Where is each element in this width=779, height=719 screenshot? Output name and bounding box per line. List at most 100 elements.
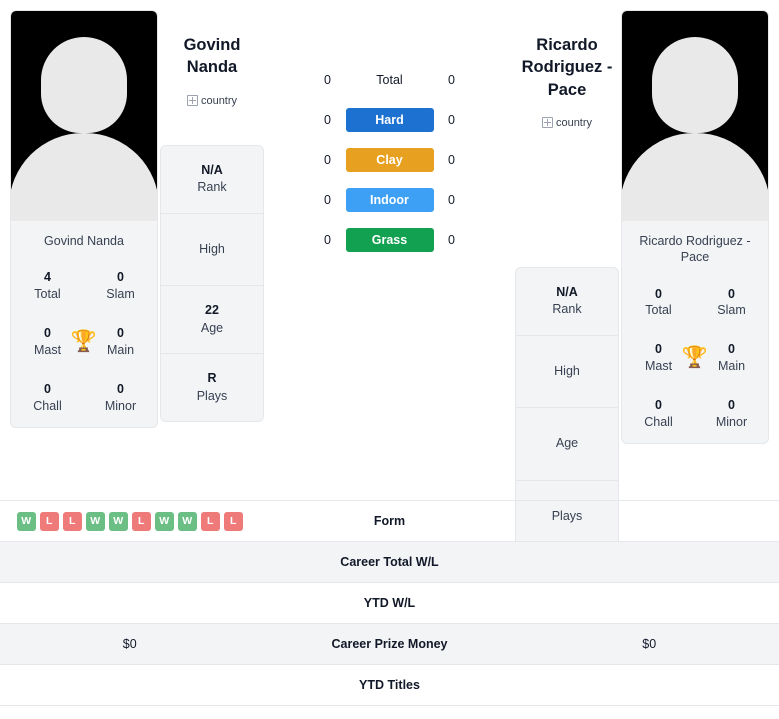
right-player-country-flag: country: [541, 116, 593, 129]
stat-cell: 0 Chall: [11, 371, 84, 427]
row-label: YTD Titles: [359, 678, 420, 692]
table-row-form: W L L W W L W W L L Form: [0, 501, 779, 542]
form-chip: L: [62, 511, 82, 531]
form-left: W L L W W L W W L L: [0, 511, 260, 531]
row-label: Form: [373, 514, 406, 528]
stat-value: 0: [728, 398, 735, 412]
surface-right-count: 0: [448, 73, 455, 87]
info-value: N/A: [556, 284, 578, 299]
surface-label: Indoor: [345, 188, 434, 212]
info-value: 22: [205, 303, 219, 318]
stat-label: Chall: [644, 414, 673, 429]
surface-left-count: 0: [324, 193, 331, 207]
avatar-head-shape: [652, 37, 738, 133]
info-row-rank: N/A Rank: [161, 146, 263, 214]
left-player-country-flag: country: [186, 95, 237, 107]
form-chip: W: [154, 511, 174, 531]
stat-label: Chall: [33, 398, 62, 413]
info-label: Age: [555, 436, 579, 451]
h2h-comparison-page: Govind Nanda 4 Total 0 Slam 0 Mast 0 Mai…: [0, 0, 779, 719]
trophy-icon: 🏆: [681, 345, 709, 369]
stat-label: Total: [645, 303, 672, 318]
form-chip: W: [16, 511, 36, 531]
surface-left-count: 0: [324, 233, 331, 247]
left-player-card: Govind Nanda 4 Total 0 Slam 0 Mast 0 Mai…: [10, 10, 158, 428]
left-player-photo: [11, 11, 157, 221]
right-player-name: Ricardo Rodriguez - Pace: [639, 234, 751, 265]
stat-value: 0: [655, 398, 662, 412]
surface-row-grass: 0 Grass 0: [315, 228, 465, 252]
form-chip: L: [39, 511, 59, 531]
table-row-ytd-titles: YTD Titles: [0, 665, 779, 706]
info-label: Plays: [196, 388, 228, 403]
stat-cell: 0 Chall: [622, 387, 695, 443]
right-player-title: Ricardo Rodriguez - Pace: [513, 10, 621, 101]
info-row-plays: R Plays: [161, 354, 263, 421]
stat-value: 0: [728, 286, 735, 301]
avatar-body-shape: [622, 133, 768, 221]
left-player-title: Govind Nanda: [184, 10, 241, 79]
info-label: High: [199, 241, 225, 256]
table-row-ytd-wl: YTD W/L: [0, 583, 779, 624]
row-label: Career Total W/L: [340, 555, 439, 569]
surface-row-clay: 0 Clay 0: [315, 148, 465, 172]
info-label: High: [554, 363, 580, 378]
form-chip: W: [85, 511, 105, 531]
form-chip: L: [131, 511, 151, 531]
info-label: Rank: [197, 180, 227, 195]
left-player-info-stack: N/A Rank High 22 Age R Plays: [160, 144, 264, 423]
info-row-age: Age: [516, 408, 618, 481]
info-row-high: High: [516, 336, 618, 409]
right-player-summary-column: Ricardo Rodriguez - Pace country N/A Ran…: [513, 10, 621, 554]
surface-label: Total: [376, 73, 403, 87]
surface-right-count: 0: [448, 233, 455, 247]
stat-label: Minor: [104, 398, 137, 413]
surface-label: Grass: [345, 228, 434, 252]
stat-label: Slam: [106, 287, 135, 302]
surface-right-count: 0: [448, 193, 455, 207]
info-value: N/A: [201, 162, 223, 177]
stat-cell: 0 Total: [622, 276, 695, 332]
players-top-section: Govind Nanda 4 Total 0 Slam 0 Mast 0 Mai…: [0, 0, 779, 554]
stat-cell: 0 Minor: [695, 387, 768, 443]
surface-label: Clay: [345, 148, 434, 172]
right-player-stat-grid: 0 Total 0 Slam 0 Mast 0 Main 0 Chall 0 M…: [622, 276, 768, 443]
left-player-stat-grid: 4 Total 0 Slam 0 Mast 0 Main 0 Chall 0 M…: [11, 259, 157, 426]
stat-cell: 0 Minor: [84, 371, 157, 427]
info-label: Rank: [552, 302, 582, 317]
surface-label: Hard: [345, 108, 434, 132]
surface-row-total: 0 Total 0: [315, 68, 465, 92]
stat-value: 4: [44, 270, 51, 285]
surface-left-count: 0: [324, 153, 331, 167]
avatar-body-shape: [11, 133, 157, 221]
stat-cell: 0 Slam: [695, 276, 768, 332]
broken-image-icon: [186, 95, 198, 107]
right-player-title-line1: Ricardo: [536, 36, 598, 54]
info-value: R: [207, 371, 217, 386]
info-label: Age: [200, 320, 224, 335]
form-chip: L: [223, 511, 243, 531]
table-row-career-prize-money: $0 Career Prize Money $0: [0, 624, 779, 665]
surface-breakdown: 0 Total 0 0 Hard 0 0 Clay 0 0 Indoor 0 0: [266, 10, 513, 268]
left-player-summary-column: Govind Nanda country N/A Rank High 22 Ag…: [158, 10, 266, 423]
right-player-photo: [622, 11, 768, 221]
right-player-title-line2: Rodriguez - Pace: [521, 58, 613, 99]
form-chips-left: W L L W W L W W L L: [0, 511, 260, 531]
country-alt-text: country: [555, 116, 593, 129]
surface-right-count: 0: [448, 153, 455, 167]
surface-row-hard: 0 Hard 0: [315, 108, 465, 132]
stat-cell: 0 Slam: [84, 259, 157, 315]
row-right-value: $0: [642, 637, 657, 651]
table-row-career-total-wl: Career Total W/L: [0, 542, 779, 583]
stat-value: 0: [44, 381, 51, 396]
comparison-table: W L L W W L W W L L Form Career Total W/…: [0, 500, 779, 706]
left-player-name: Govind Nanda: [44, 234, 124, 248]
stat-label: Slam: [717, 303, 746, 318]
row-label: YTD W/L: [363, 596, 416, 610]
surface-left-count: 0: [324, 113, 331, 127]
left-player-title-line1: Govind: [183, 36, 241, 54]
form-chip: L: [200, 511, 220, 531]
row-label: Career Prize Money: [331, 637, 448, 651]
stat-value: 0: [655, 286, 662, 301]
stat-value: 0: [117, 381, 124, 396]
